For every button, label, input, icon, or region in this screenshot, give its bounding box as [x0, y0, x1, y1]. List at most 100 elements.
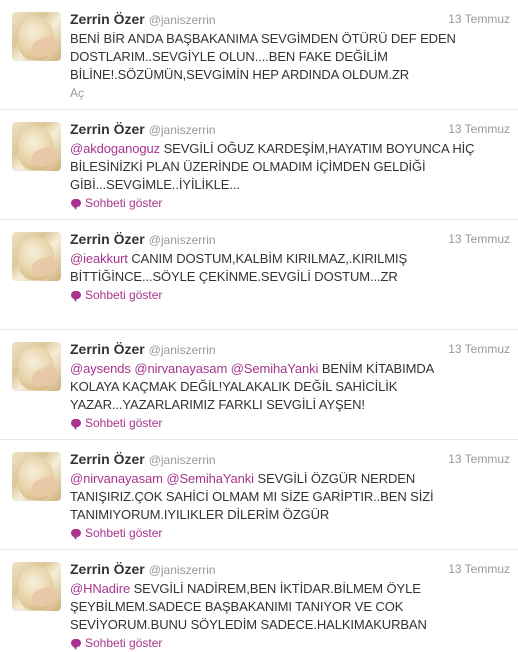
text-segment: GİBİ...SEVGİMLE..İYİLİKLE... — [70, 177, 240, 192]
show-conversation-label: Sohbeti göster — [85, 416, 163, 430]
tweet-text-line: TANIMIYORUM.IYILIKLER DİLERİM ÖZGÜR — [70, 506, 510, 524]
show-conversation-label: Sohbeti göster — [85, 526, 163, 540]
avatar[interactable] — [12, 452, 61, 501]
text-segment: BENİM KİTABIMDA — [318, 361, 435, 376]
mention-link[interactable]: @nirvanayasam — [70, 471, 163, 486]
text-segment: CANIM DOSTUM,KALBİM KIRILMAZ,.KIRILMIŞ — [127, 251, 408, 266]
speech-bubble-icon — [71, 291, 81, 302]
tweet-text-line: BİTTİĞİNCE...SÖYLE ÇEKİNME.SEVGİLİ DOSTU… — [70, 268, 510, 286]
text-segment: BİLİNE!.SÖZÜMÜN,SEVGİMİN HEP ARDINDA OLD… — [70, 67, 410, 82]
show-conversation-link[interactable]: Sohbeti göster — [70, 525, 162, 541]
avatar[interactable] — [12, 342, 61, 391]
tweet-header: Zerrin Özer @janiszerrin 13 Temmuz — [70, 120, 510, 138]
show-conversation-label: Sohbeti göster — [85, 196, 163, 210]
mention-link[interactable]: @ieakkurt — [70, 251, 128, 266]
mention-link[interactable]: @aysends — [70, 361, 131, 376]
text-segment: TANIMIYORUM.IYILIKLER DİLERİM ÖZGÜR — [70, 507, 330, 522]
avatar[interactable] — [12, 562, 61, 611]
mention-link[interactable]: @akdoganoguz — [70, 141, 160, 156]
avatar[interactable] — [12, 122, 61, 171]
author-handle[interactable]: @janiszerrin — [149, 13, 216, 27]
tweet-text: @nirvanayasam @SemihaYanki SEVGİLİ ÖZGÜR… — [70, 470, 510, 524]
author-name[interactable]: Zerrin Özer — [70, 231, 145, 247]
author-handle[interactable]: @janiszerrin — [149, 563, 216, 577]
tweet-text-line: DOSTLARIM..SEVGİYLE OLUN....BEN FAKE DEĞ… — [70, 48, 510, 66]
tweet-item[interactable]: Zerrin Özer @janiszerrin 13 Temmuz @HNadire… — [0, 550, 518, 650]
text-segment: BİTTİĞİNCE...SÖYLE ÇEKİNME.SEVGİLİ DOSTU… — [70, 269, 398, 284]
author-name[interactable]: Zerrin Özer — [70, 341, 145, 357]
tweet-item[interactable]: Zerrin Özer @janiszerrin 13 Temmuz @ieakkur… — [0, 220, 518, 330]
tweet-text-line: KOLAYA KAÇMAK DEĞİL!YALAKALIK DEĞİL SAHİ… — [70, 378, 510, 396]
tweet-content: Zerrin Özer @janiszerrin 13 Temmuz @aysends… — [70, 340, 510, 432]
tweet-text-line: @nirvanayasam @SemihaYanki SEVGİLİ ÖZGÜR… — [70, 470, 510, 488]
tweet-date[interactable]: 13 Temmuz — [448, 10, 510, 28]
author-handle[interactable]: @janiszerrin — [149, 123, 216, 137]
tweet-text-line: ŞEYBİLMEM.SADECE BAŞBAKANIMI TANIYOR VE … — [70, 598, 510, 616]
tweet-text-line: SEVİYORUM.BUNU SÖYLEDİM SADECE.HALKIMAKU… — [70, 616, 510, 634]
tweet-text-line: @aysends @nirvanayasam @SemihaYanki BENİ… — [70, 360, 510, 378]
tweet-header: Zerrin Özer @janiszerrin 13 Temmuz — [70, 450, 510, 468]
author-handle[interactable]: @janiszerrin — [149, 453, 216, 467]
author-name[interactable]: Zerrin Özer — [70, 11, 145, 27]
tweet-text-line: BENİ BİR ANDA BAŞBAKANIMA SEVGİMDEN ÖTÜR… — [70, 30, 510, 48]
tweet-text-line: TANIŞIRIZ.ÇOK SAHİCİ OLMAM MI SİZE GARİP… — [70, 488, 510, 506]
text-segment: SEVGİLİ NADİREM,BEN İKTİDAR.BİLMEM ÖYLE — [130, 581, 421, 596]
avatar[interactable] — [12, 232, 61, 281]
tweet-header: Zerrin Özer @janiszerrin 13 Temmuz — [70, 230, 510, 248]
tweet-content: Zerrin Özer @janiszerrin 13 Temmuz @akdogan… — [70, 120, 510, 212]
text-segment: SEVGİLİ OĞUZ KARDEŞİM,HAYATIM BOYUNCA Hİ… — [160, 141, 475, 156]
text-segment: TANIŞIRIZ.ÇOK SAHİCİ OLMAM MI SİZE GARİP… — [70, 489, 434, 504]
tweet-header: Zerrin Özer @janiszerrin 13 Temmuz — [70, 560, 510, 578]
tweet-content: Zerrin Özer @janiszerrin 13 Temmuz BENİ BİR… — [70, 10, 510, 102]
tweet-date[interactable]: 13 Temmuz — [448, 450, 510, 468]
mention-link[interactable]: @SemihaYanki — [166, 471, 254, 486]
text-segment: DOSTLARIM..SEVGİYLE OLUN....BEN FAKE DEĞ… — [70, 49, 388, 64]
author-name[interactable]: Zerrin Özer — [70, 561, 145, 577]
show-conversation-link[interactable]: Sohbeti göster — [70, 635, 162, 651]
tweet-text: @aysends @nirvanayasam @SemihaYanki BENİ… — [70, 360, 510, 414]
show-conversation-link[interactable]: Sohbeti göster — [70, 287, 162, 303]
tweet-text-line: BİLİNE!.SÖZÜMÜN,SEVGİMİN HEP ARDINDA OLD… — [70, 66, 510, 84]
speech-bubble-icon — [71, 529, 81, 540]
tweet-date[interactable]: 13 Temmuz — [448, 230, 510, 248]
text-segment: SEVİYORUM.BUNU SÖYLEDİM SADECE.HALKIMAKU… — [70, 617, 427, 632]
tweet-text-line: YAZAR...YAZARLARIMIZ FARKLI SEVGİLİ AYŞE… — [70, 396, 510, 414]
show-conversation-link[interactable]: Sohbeti göster — [70, 195, 162, 211]
tweet-text: @ieakkurt CANIM DOSTUM,KALBİM KIRILMAZ,.… — [70, 250, 510, 286]
text-segment: YAZAR...YAZARLARIMIZ FARKLI SEVGİLİ AYŞE… — [70, 397, 365, 412]
tweet-date[interactable]: 13 Temmuz — [448, 560, 510, 578]
author-handle[interactable]: @janiszerrin — [149, 343, 216, 357]
tweet-text: BENİ BİR ANDA BAŞBAKANIMA SEVGİMDEN ÖTÜR… — [70, 30, 510, 84]
tweet-text-line: BİLESİNİZKİ PLAN ÜZERİNDE OLMADIM İÇİMDE… — [70, 158, 510, 176]
tweet-text-line: @HNadire SEVGİLİ NADİREM,BEN İKTİDAR.BİL… — [70, 580, 510, 598]
mention-link[interactable]: @SemihaYanki — [231, 361, 319, 376]
tweet-date[interactable]: 13 Temmuz — [448, 340, 510, 358]
tweet-item[interactable]: Zerrin Özer @janiszerrin 13 Temmuz @nirvana… — [0, 440, 518, 550]
tweet-content: Zerrin Özer @janiszerrin 13 Temmuz @nirvana… — [70, 450, 510, 542]
tweet-content: Zerrin Özer @janiszerrin 13 Temmuz @HNadire… — [70, 560, 510, 652]
text-segment: BENİ BİR ANDA BAŞBAKANIMA SEVGİMDEN ÖTÜR… — [70, 31, 456, 46]
mention-link[interactable]: @nirvanayasam — [134, 361, 227, 376]
expand-link[interactable]: Aç — [70, 85, 84, 101]
tweet-item[interactable]: Zerrin Özer @janiszerrin 13 Temmuz @akdogan… — [0, 110, 518, 220]
tweet-content: Zerrin Özer @janiszerrin 13 Temmuz @ieakkur… — [70, 230, 510, 304]
tweet-item[interactable]: Zerrin Özer @janiszerrin 13 Temmuz @aysends… — [0, 330, 518, 440]
author-name[interactable]: Zerrin Özer — [70, 451, 145, 467]
speech-bubble-icon — [71, 419, 81, 430]
text-segment: KOLAYA KAÇMAK DEĞİL!YALAKALIK DEĞİL SAHİ… — [70, 379, 398, 394]
avatar[interactable] — [12, 12, 61, 61]
text-segment: ŞEYBİLMEM.SADECE BAŞBAKANIMI TANIYOR VE … — [70, 599, 404, 614]
speech-bubble-icon — [71, 199, 81, 210]
tweet-text: @HNadire SEVGİLİ NADİREM,BEN İKTİDAR.BİL… — [70, 580, 510, 634]
mention-link[interactable]: @HNadire — [70, 581, 130, 596]
show-conversation-link[interactable]: Sohbeti göster — [70, 415, 162, 431]
show-conversation-label: Sohbeti göster — [85, 288, 163, 302]
tweet-date[interactable]: 13 Temmuz — [448, 120, 510, 138]
author-name[interactable]: Zerrin Özer — [70, 121, 145, 137]
text-segment: BİLESİNİZKİ PLAN ÜZERİNDE OLMADIM İÇİMDE… — [70, 159, 426, 174]
tweet-item[interactable]: Zerrin Özer @janiszerrin 13 Temmuz BENİ BİR… — [0, 0, 518, 110]
author-handle[interactable]: @janiszerrin — [149, 233, 216, 247]
show-conversation-label: Sohbeti göster — [85, 636, 163, 650]
text-segment: SEVGİLİ ÖZGÜR NERDEN — [253, 471, 416, 486]
tweet-text-line: GİBİ...SEVGİMLE..İYİLİKLE... — [70, 176, 510, 194]
